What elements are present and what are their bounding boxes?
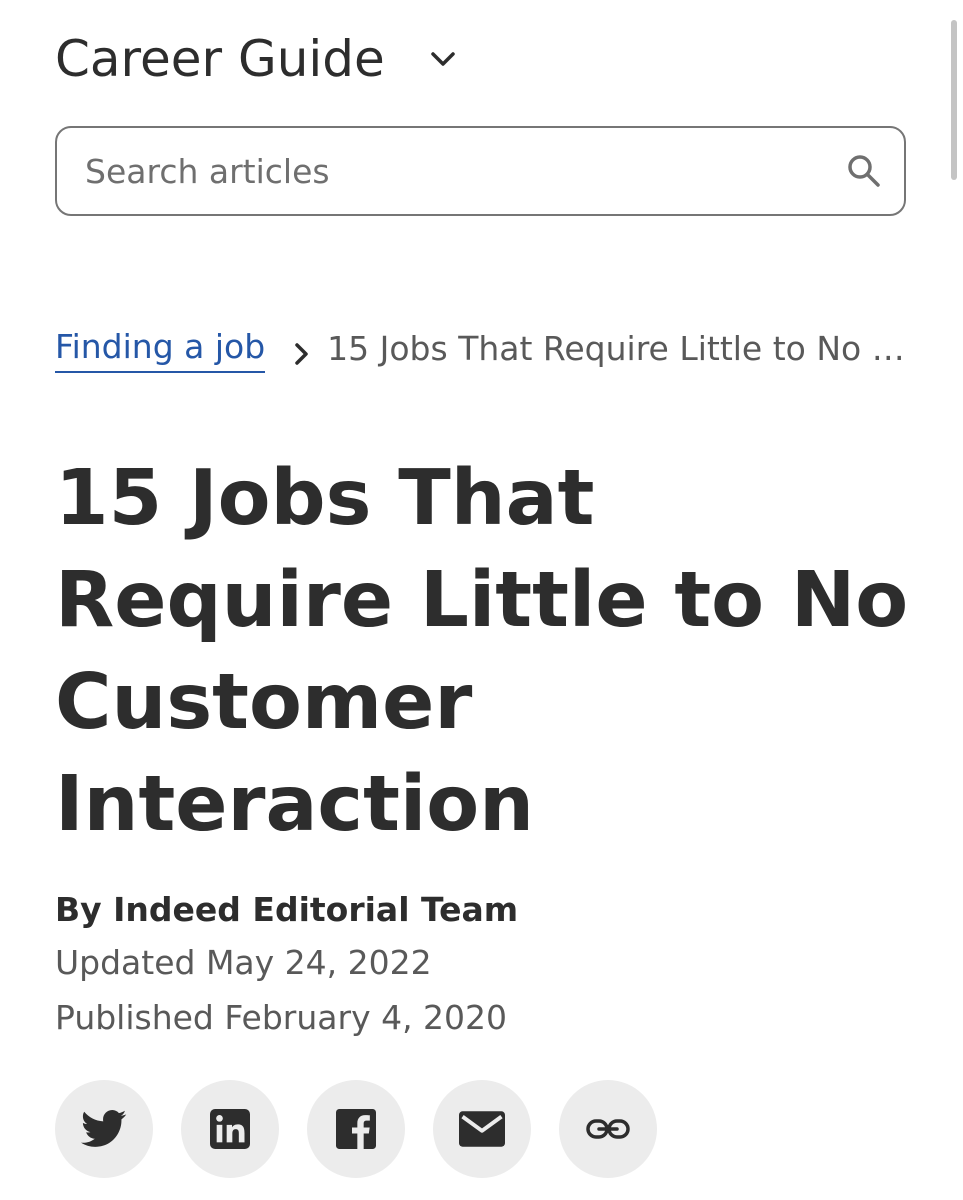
- share-link-button[interactable]: [559, 1080, 657, 1178]
- header-title[interactable]: Career Guide: [55, 28, 385, 90]
- chevron-right-icon: [291, 335, 313, 365]
- breadcrumb: Finding a job 15 Jobs That Require Littl…: [55, 325, 910, 373]
- search-icon[interactable]: [846, 153, 882, 189]
- share-twitter-button[interactable]: [55, 1080, 153, 1178]
- page: Career Guide Finding a job 15 Jobs That …: [0, 0, 963, 1200]
- linkedin-icon: [210, 1109, 250, 1149]
- breadcrumb-current: 15 Jobs That Require Little to No Custom…: [327, 329, 910, 368]
- chevron-down-icon[interactable]: [429, 49, 457, 69]
- scrollbar[interactable]: [951, 20, 957, 180]
- article-updated-date: Updated May 24, 2022: [55, 943, 432, 982]
- article-published-date: Published February 4, 2020: [55, 998, 508, 1037]
- share-facebook-button[interactable]: [307, 1080, 405, 1178]
- career-guide-header[interactable]: Career Guide: [55, 28, 457, 90]
- email-icon: [459, 1111, 505, 1147]
- search-box[interactable]: [55, 126, 906, 216]
- twitter-icon: [81, 1110, 127, 1147]
- article-title: 15 Jobs That Require Little to No Custom…: [55, 454, 909, 849]
- share-email-button[interactable]: [433, 1080, 531, 1178]
- facebook-icon: [336, 1109, 376, 1149]
- article-author: By Indeed Editorial Team: [55, 890, 519, 929]
- breadcrumb-link-finding-a-job[interactable]: Finding a job: [55, 325, 266, 373]
- share-buttons: [55, 1080, 657, 1178]
- link-icon: [586, 1119, 630, 1139]
- share-linkedin-button[interactable]: [181, 1080, 279, 1178]
- search-input[interactable]: [83, 150, 846, 192]
